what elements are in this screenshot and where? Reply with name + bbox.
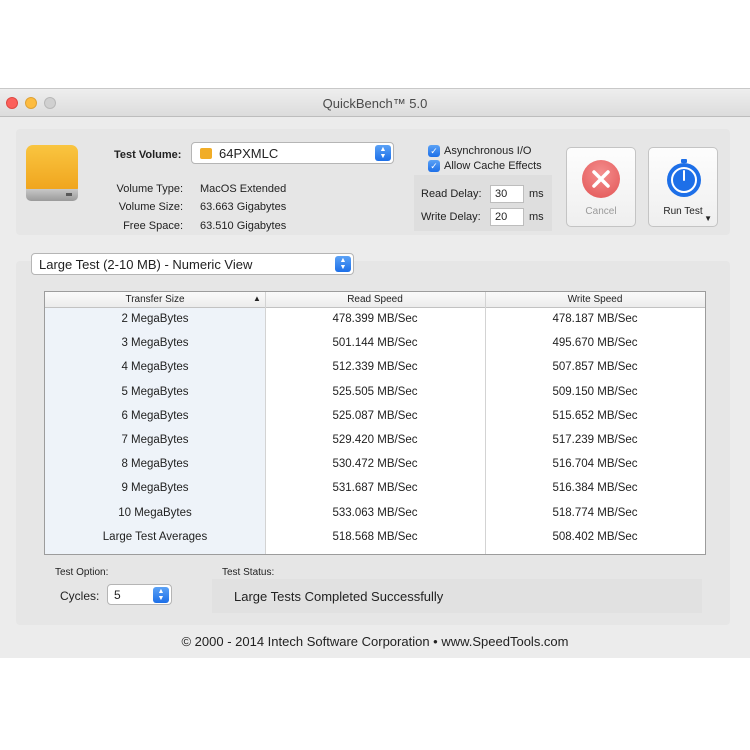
cell-write-speed: 518.774 MB/Sec xyxy=(552,506,638,519)
table-row[interactable]: 8 MegaBytes 530.472 MB/Sec 516.704 MB/Sec xyxy=(45,454,705,478)
sort-ascending-icon: ▲ xyxy=(253,294,261,303)
cell-transfer-size: 7 MegaBytes xyxy=(121,434,189,446)
cell-read-speed: 525.087 MB/Sec xyxy=(332,409,418,422)
chevron-updown-icon: ▲ ▼ xyxy=(153,587,169,603)
header-write-speed[interactable]: Write Speed xyxy=(485,294,705,305)
cancel-button-label: Cancel xyxy=(585,206,617,217)
chevron-updown-icon: ▲ ▼ xyxy=(335,256,351,272)
cell-read-speed: 529.420 MB/Sec xyxy=(332,434,418,446)
read-delay-label: Read Delay: xyxy=(421,188,482,200)
write-delay-field[interactable]: 20 xyxy=(490,208,524,226)
table-row[interactable]: 3 MegaBytes 501.144 MB/Sec 495.670 MB/Sec xyxy=(45,333,705,357)
window-title: QuickBench™ 5.0 xyxy=(322,96,428,111)
header-transfer-size[interactable]: Transfer Size xyxy=(45,294,265,305)
test-status-panel: Large Tests Completed Successfully xyxy=(212,579,702,613)
title-bar: QuickBench™ 5.0 xyxy=(0,89,750,117)
cell-transfer-size: Large Test Averages xyxy=(102,530,208,543)
test-view-value: Large Test (2-10 MB) - Numeric View xyxy=(39,257,253,272)
cell-transfer-size: 9 MegaBytes xyxy=(121,482,189,495)
table-row[interactable]: Large Test Averages 518.568 MB/Sec 508.402… xyxy=(45,527,705,551)
test-volume-value: 64PXMLC xyxy=(219,146,279,161)
table-row[interactable]: 9 MegaBytes 531.687 MB/Sec 516.384 MB/Sec xyxy=(45,478,705,502)
header-read-speed[interactable]: Read Speed xyxy=(265,294,485,305)
stopwatch-icon xyxy=(664,158,704,198)
volume-size-label: Volume Size: xyxy=(118,201,183,213)
async-io-label: Asynchronous I/O xyxy=(444,145,532,157)
table-row[interactable]: 2 MegaBytes 478.399 MB/Sec 478.187 MB/Sec xyxy=(45,309,705,333)
cell-read-speed: 530.472 MB/Sec xyxy=(332,458,418,471)
cycles-select[interactable]: 5 ▲ ▼ xyxy=(107,584,172,605)
cell-read-speed: 512.339 MB/Sec xyxy=(332,361,418,374)
dropdown-arrow-icon: ▼ xyxy=(704,214,712,223)
cell-transfer-size: 6 MegaBytes xyxy=(121,409,189,422)
test-status-label: Test Status: xyxy=(222,567,275,578)
cell-transfer-size: 8 MegaBytes xyxy=(121,458,189,471)
test-volume-select[interactable]: 64PXMLC ▲ ▼ xyxy=(191,142,394,164)
write-delay-unit: ms xyxy=(529,211,544,223)
table-row[interactable]: 10 MegaBytes 533.063 MB/Sec 518.774 MB/Sec xyxy=(45,503,705,527)
test-volume-label: Test Volume: xyxy=(114,149,182,161)
cell-write-speed: 509.150 MB/Sec xyxy=(552,385,638,398)
drive-icon xyxy=(200,148,212,159)
cell-transfer-size: 5 MegaBytes xyxy=(121,385,189,398)
cell-write-speed: 495.670 MB/Sec xyxy=(552,337,638,350)
cell-transfer-size: 3 MegaBytes xyxy=(121,337,189,350)
table-row[interactable]: 6 MegaBytes 525.087 MB/Sec 515.652 MB/Sec xyxy=(45,406,705,430)
cycles-label: Cycles: xyxy=(60,589,100,603)
write-delay-label: Write Delay: xyxy=(421,211,481,223)
read-delay-unit: ms xyxy=(529,188,544,200)
test-view-select[interactable]: Large Test (2-10 MB) - Numeric View ▲ ▼ xyxy=(31,253,354,275)
cancel-button[interactable]: Cancel xyxy=(566,147,636,227)
cell-read-speed: 531.687 MB/Sec xyxy=(332,482,418,495)
cell-write-speed: 517.239 MB/Sec xyxy=(552,434,638,446)
read-delay-field[interactable]: 30 xyxy=(490,185,524,203)
cache-effects-label: Allow Cache Effects xyxy=(444,160,542,172)
cell-read-speed: 518.568 MB/Sec xyxy=(332,530,418,543)
cell-transfer-size: 2 MegaBytes xyxy=(121,313,189,325)
results-table: Transfer Size ▲ Read Speed Write Speed 2… xyxy=(44,291,706,555)
quickbench-window: QuickBench™ 5.0 Test Volume: 64PXMLC ▲ ▼ … xyxy=(0,88,750,658)
cell-write-speed: 507.857 MB/Sec xyxy=(552,361,638,374)
table-row[interactable]: 5 MegaBytes 525.505 MB/Sec 509.150 MB/Sec xyxy=(45,382,705,406)
test-option-label: Test Option: xyxy=(55,567,109,578)
async-io-checkbox[interactable]: ✓ xyxy=(428,145,440,157)
free-space-label: Free Space: xyxy=(123,220,183,232)
cell-write-speed: 515.652 MB/Sec xyxy=(552,409,638,422)
cell-transfer-size: 10 MegaBytes xyxy=(118,506,192,519)
cell-transfer-size: 4 MegaBytes xyxy=(121,361,189,374)
free-space-value: 63.510 Gigabytes xyxy=(200,220,287,232)
chevron-updown-icon: ▲ ▼ xyxy=(375,145,391,161)
cell-read-speed: 501.144 MB/Sec xyxy=(332,337,418,350)
cell-write-speed: 516.384 MB/Sec xyxy=(552,482,638,495)
cell-write-speed: 478.187 MB/Sec xyxy=(552,313,638,325)
volume-type-value: MacOS Extended xyxy=(200,183,287,195)
cycles-value: 5 xyxy=(114,588,121,602)
hard-drive-icon xyxy=(26,145,78,205)
table-header: Transfer Size ▲ Read Speed Write Speed xyxy=(45,292,705,308)
cell-read-speed: 533.063 MB/Sec xyxy=(332,506,418,519)
table-row[interactable]: 4 MegaBytes 512.339 MB/Sec 507.857 MB/Sec xyxy=(45,357,705,381)
cell-write-speed: 508.402 MB/Sec xyxy=(552,530,638,543)
table-row[interactable]: 7 MegaBytes 529.420 MB/Sec 517.239 MB/Sec xyxy=(45,430,705,454)
test-status-value: Large Tests Completed Successfully xyxy=(234,589,444,604)
cancel-x-icon xyxy=(582,160,620,198)
copyright-footer: © 2000 - 2014 Intech Software Corporatio… xyxy=(181,634,569,649)
cell-read-speed: 525.505 MB/Sec xyxy=(332,385,418,398)
cell-read-speed: 478.399 MB/Sec xyxy=(332,313,418,325)
cache-effects-checkbox[interactable]: ✓ xyxy=(428,160,440,172)
cell-write-speed: 516.704 MB/Sec xyxy=(552,458,638,471)
run-test-button[interactable]: Run Test ▼ xyxy=(648,147,718,227)
volume-type-label: Volume Type: xyxy=(116,183,183,195)
volume-size-value: 63.663 Gigabytes xyxy=(200,201,287,213)
